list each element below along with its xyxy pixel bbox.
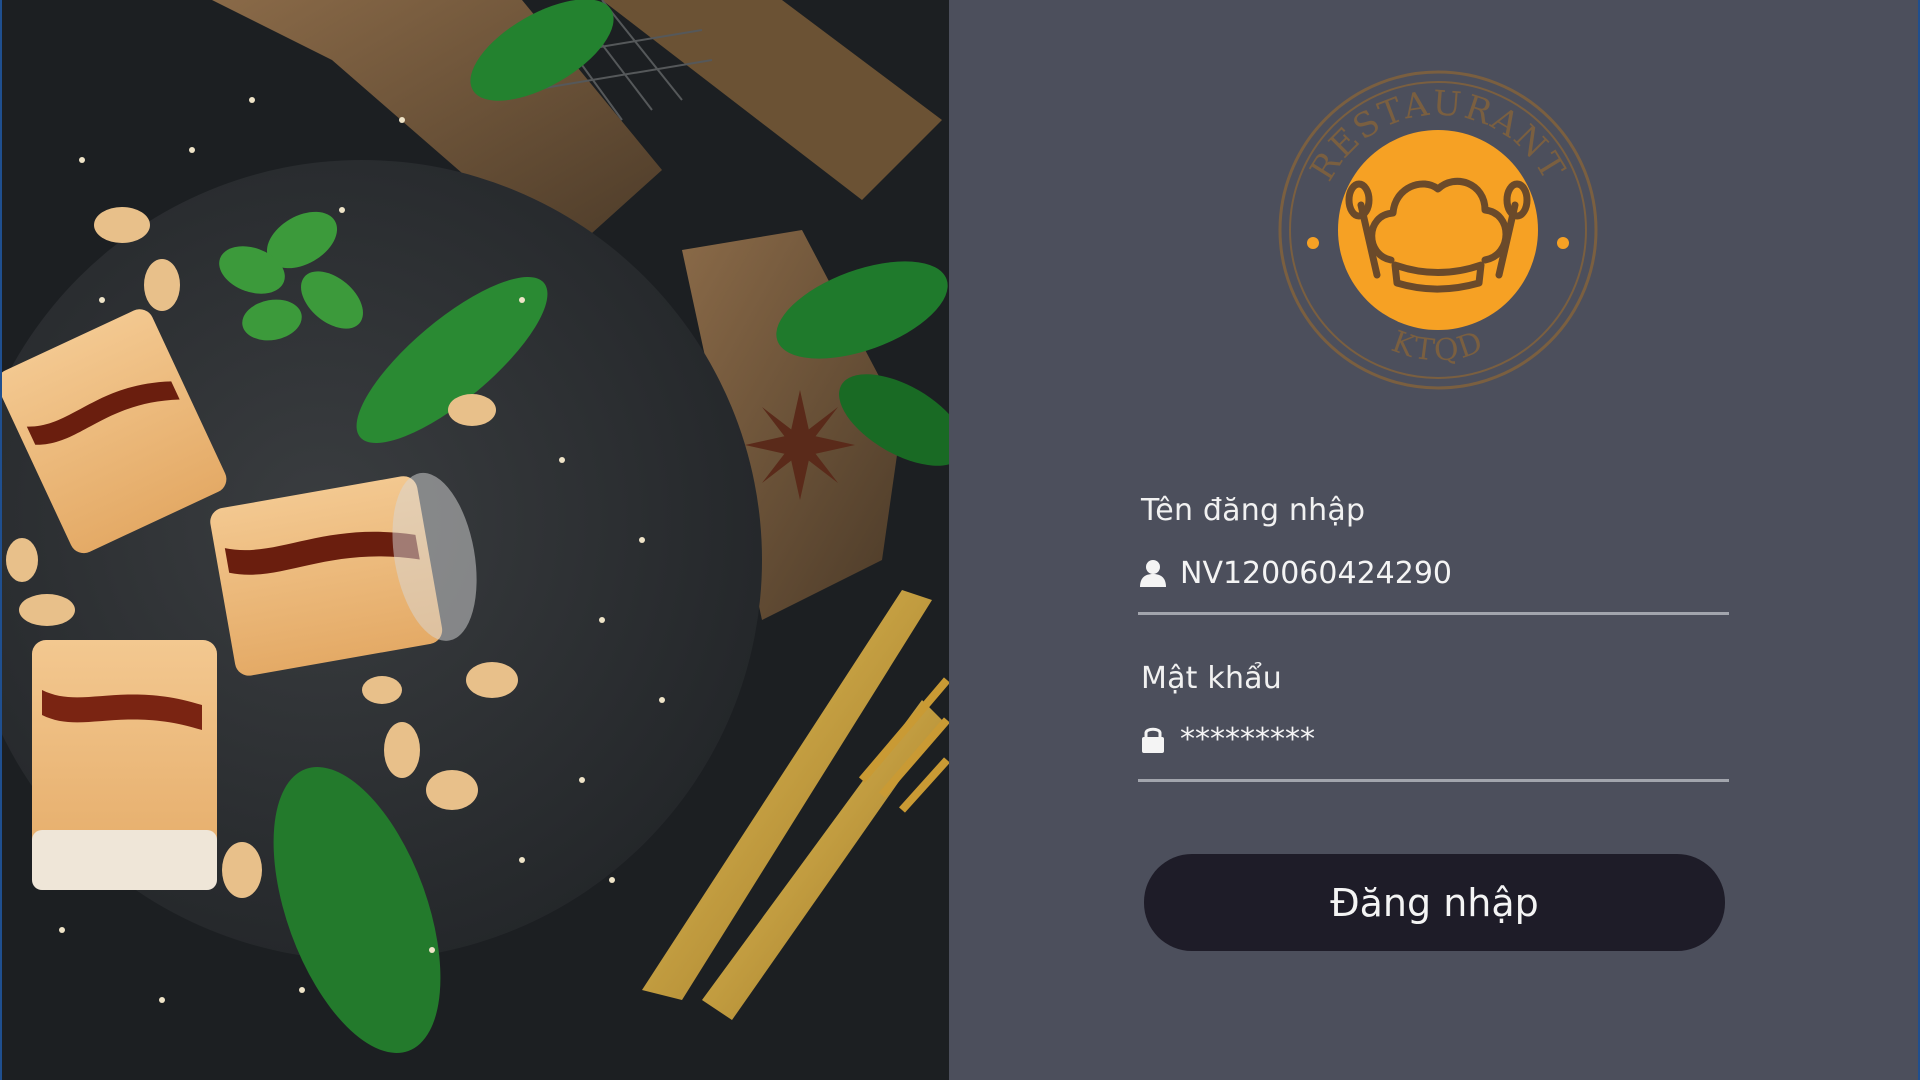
restaurant-logo: RESTAURANT KTQD: [1273, 65, 1603, 395]
login-button[interactable]: Đăng nhập: [1144, 854, 1725, 951]
hero-food-image: [2, 0, 949, 1080]
lock-icon: [1142, 727, 1164, 753]
username-underline: [1138, 612, 1729, 615]
username-field[interactable]: [1138, 548, 1728, 598]
password-field[interactable]: [1138, 714, 1728, 764]
logo-bottom-text: KTQD: [1387, 324, 1487, 369]
username-input[interactable]: [1180, 551, 1700, 595]
username-label: Tên đăng nhập: [1141, 493, 1366, 528]
food-illustration: [2, 0, 949, 1080]
user-icon: [1140, 560, 1166, 587]
logo-emblem: RESTAURANT KTQD: [1278, 70, 1598, 390]
password-label: Mật khẩu: [1141, 661, 1282, 696]
password-input[interactable]: [1180, 717, 1700, 761]
svg-text:KTQD: KTQD: [1387, 324, 1489, 369]
password-underline: [1138, 779, 1729, 782]
